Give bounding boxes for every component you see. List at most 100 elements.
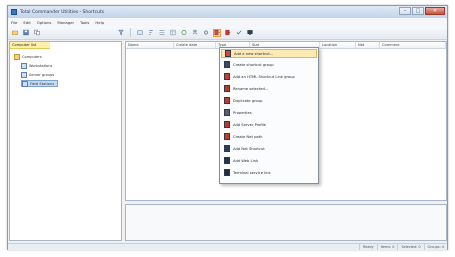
menu-item-label: Terminal service link	[233, 170, 271, 175]
tree-panel-header: Computer list	[10, 42, 50, 49]
toolbar-network-button[interactable]	[191, 29, 199, 37]
monitor-icon	[247, 30, 253, 35]
column-create-date[interactable]: Create date	[174, 42, 216, 48]
menu-item-add-shortcut[interactable]: Add a new shortcut...	[221, 49, 317, 58]
rename-icon	[224, 85, 230, 92]
column-name[interactable]: Name	[126, 42, 174, 48]
tree-node-label: Computers	[22, 54, 42, 59]
menu-item-create-group[interactable]: Create shortcut group	[221, 60, 317, 69]
toolbar-display-button[interactable]	[246, 29, 254, 37]
server-icon	[21, 71, 27, 78]
menu-help[interactable]: Help	[95, 20, 104, 25]
toolbar-import-button[interactable]	[224, 29, 232, 37]
menu-item-terminal-service[interactable]: Terminal service link	[221, 168, 317, 177]
list-icon	[159, 30, 165, 35]
toolbar-separator	[130, 28, 131, 37]
menu-item-label: Create Net path	[233, 134, 263, 139]
toolbar-details-button[interactable]	[169, 29, 177, 37]
column-location[interactable]: Location	[320, 42, 356, 48]
toolbar-filter-button[interactable]	[117, 29, 125, 37]
tree-node-workstations[interactable]: Workstations	[21, 62, 52, 69]
toolbar	[8, 26, 447, 40]
menu-edit[interactable]: Edit	[23, 20, 30, 25]
menu-item-web-link[interactable]: Add Web Link	[221, 156, 317, 165]
minimize-button[interactable]: –	[399, 7, 411, 15]
menu-item-label: Add Web Link	[233, 158, 259, 163]
folder-icon	[12, 30, 18, 35]
tree-node-server-groups[interactable]: Server groups	[21, 71, 54, 78]
maximize-button[interactable]: □	[412, 7, 424, 15]
menu-item-label: Create shortcut group	[233, 62, 274, 67]
menu-item-html-link-group[interactable]: Add an HTML Shortcut Link group	[221, 72, 317, 81]
filter-icon	[118, 29, 124, 36]
copy-icon	[34, 29, 40, 36]
tree-node-label: Field Stations	[30, 81, 55, 86]
toolbar-shortcut-menu-button[interactable]	[213, 28, 221, 37]
app-window: Total Commander Utilities - Shortcuts – …	[7, 5, 448, 250]
status-groups: Groups: 4	[423, 244, 447, 250]
title-bar[interactable]: Total Commander Utilities - Shortcuts – …	[8, 6, 447, 18]
menu-item-net-shortcut[interactable]: Add Net Shortcut	[221, 144, 317, 153]
group-icon	[224, 61, 230, 68]
tree-node-field-stations[interactable]: Field Stations	[21, 80, 59, 87]
menu-file[interactable]: File	[11, 20, 17, 25]
menu-item-label: Add a new shortcut...	[234, 51, 274, 56]
menu-tools[interactable]: Tools	[80, 20, 89, 25]
html-icon	[224, 73, 230, 80]
terminal-icon	[224, 169, 230, 176]
status-selected: Selected: 0	[397, 244, 423, 250]
tree-node-label: Workstations	[29, 63, 53, 68]
menu-item-label: Rename selected...	[233, 86, 269, 91]
menu-item-label: Add Net Shortcut	[233, 146, 265, 151]
menu-bar: File Edit Options Manager Tools Help	[8, 18, 447, 26]
shortcut-dropdown-menu: Add a new shortcut... Create shortcut gr…	[219, 47, 319, 184]
computer-icon	[21, 62, 27, 69]
toolbar-save-button[interactable]	[22, 29, 30, 37]
menu-item-label: Properties	[233, 110, 252, 115]
tree-node-computers[interactable]: Computers	[14, 53, 42, 60]
toolbar-check-button[interactable]	[235, 29, 243, 37]
toolbar-view-button[interactable]	[136, 29, 144, 37]
net-path-icon	[224, 133, 230, 140]
toolbar-open-button[interactable]	[11, 29, 19, 37]
toolbar-list-button[interactable]	[158, 29, 166, 37]
net-shortcut-icon	[224, 145, 230, 152]
detail-panel	[125, 204, 447, 241]
toolbar-refresh-button[interactable]	[180, 29, 188, 37]
shortcut-icon	[225, 50, 231, 57]
menu-item-label: Add Server Profile	[233, 122, 267, 127]
menu-item-properties[interactable]: Properties	[221, 108, 317, 117]
close-button[interactable]: ✕	[425, 7, 445, 15]
menu-item-server-profile[interactable]: Add Server Profile	[221, 120, 317, 129]
window-title: Total Commander Utilities - Shortcuts	[20, 9, 105, 15]
menu-item-label: Duplicate group	[233, 98, 263, 103]
toolbar-settings-button[interactable]	[202, 29, 210, 37]
status-items: Items: 0	[376, 244, 398, 250]
check-icon	[236, 30, 242, 35]
details-icon	[170, 29, 176, 36]
import-icon	[225, 29, 231, 36]
server-icon	[224, 121, 230, 128]
status-bar: Ready Items: 0 Selected: 0 Groups: 4	[8, 243, 447, 250]
tree-node-label: Server groups	[29, 72, 55, 77]
menu-item-duplicate[interactable]: Duplicate group	[221, 96, 317, 105]
menu-item-net-path[interactable]: Create Net path	[221, 132, 317, 141]
tree-panel[interactable]: Computer list Computers Workstations Ser…	[9, 41, 122, 241]
toolbar-copy-button[interactable]	[33, 29, 41, 37]
computer-icon	[22, 80, 28, 87]
toolbar-sort-button[interactable]	[147, 29, 155, 37]
network-icon	[192, 29, 198, 35]
menu-item-label: Add an HTML Shortcut Link group	[233, 74, 295, 79]
menu-item-rename[interactable]: Rename selected...	[221, 84, 317, 93]
sort-icon	[149, 30, 153, 35]
shortcut-icon	[214, 29, 220, 36]
menu-manager[interactable]: Manager	[57, 20, 74, 25]
refresh-icon	[181, 30, 187, 35]
menu-options[interactable]: Options	[37, 20, 52, 25]
window-controls: – □ ✕	[399, 7, 445, 15]
column-net[interactable]: Net	[356, 42, 380, 48]
status-ready: Ready	[359, 244, 377, 250]
column-comment[interactable]: Comment	[380, 42, 446, 48]
web-link-icon	[224, 157, 230, 164]
folder-icon	[14, 53, 20, 60]
